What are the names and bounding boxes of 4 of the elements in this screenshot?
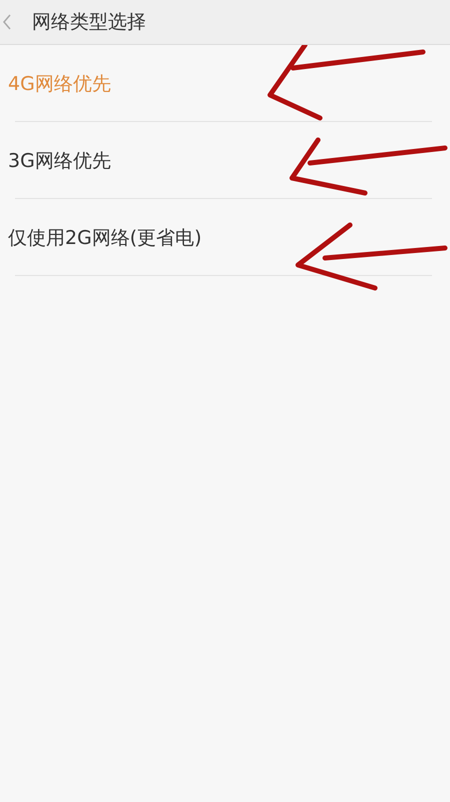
network-option[interactable]: 3G网络优先 bbox=[8, 148, 111, 174]
network-option[interactable]: 仅使用2G网络(更省电) bbox=[8, 224, 202, 250]
back-icon[interactable] bbox=[2, 13, 12, 31]
page-title: 网络类型选择 bbox=[32, 10, 146, 35]
